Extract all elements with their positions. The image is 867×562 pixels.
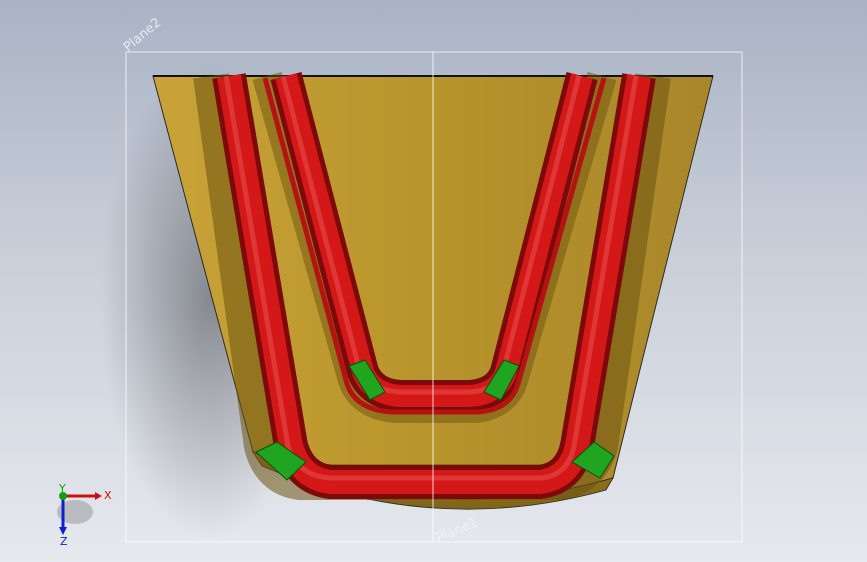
triad-z-arrow-icon bbox=[59, 527, 67, 535]
triad-z-label: Z bbox=[60, 535, 68, 548]
triad-x-arrow-icon bbox=[95, 492, 102, 500]
plane1-label: Plane1 bbox=[434, 515, 480, 545]
model-scene[interactable]: Plane2 Plane1 X Y Z bbox=[0, 0, 867, 562]
reference-triad[interactable]: X Y Z bbox=[57, 482, 112, 548]
plane2-label: Plane2 bbox=[121, 15, 164, 55]
triad-y-label: Y bbox=[58, 482, 66, 495]
graphics-viewport[interactable]: Plane2 Plane1 X Y Z bbox=[0, 0, 867, 562]
triad-x-label: X bbox=[104, 489, 112, 502]
